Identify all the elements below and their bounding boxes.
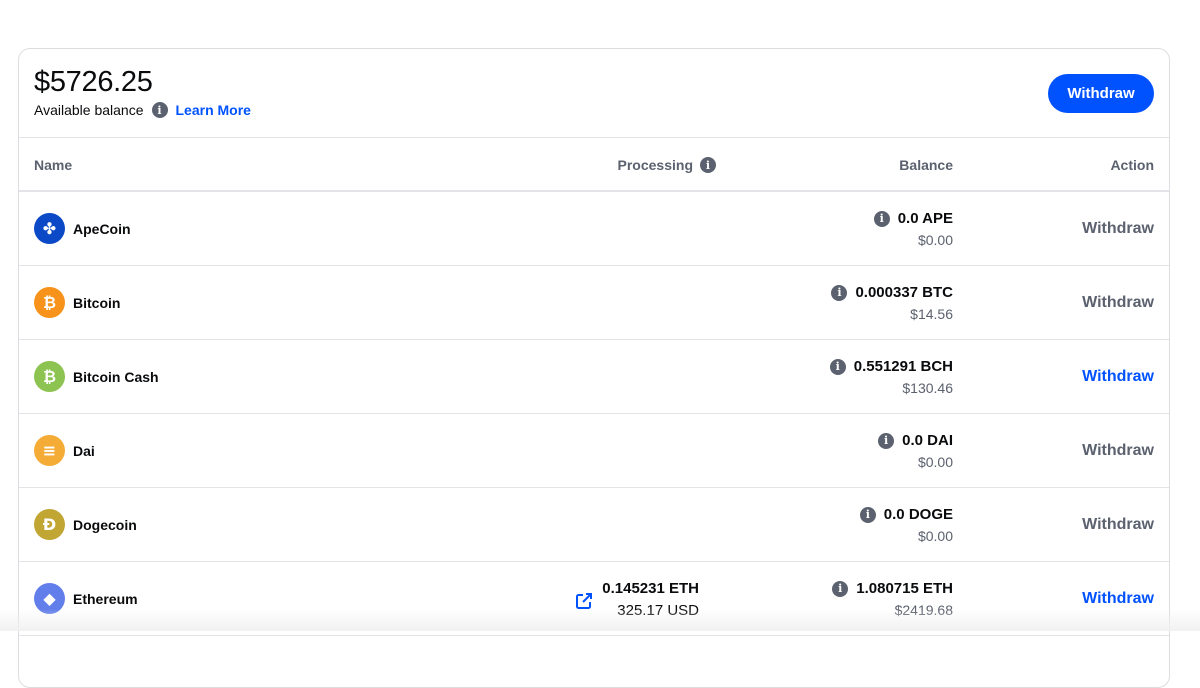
asset-cell: ✤ ApeCoin	[34, 213, 131, 244]
balance-amount: 0.0 APE	[898, 210, 953, 227]
column-header-name: Name	[34, 157, 72, 173]
withdraw-action[interactable]: Withdraw	[1082, 516, 1154, 534]
apecoin-icon: ✤	[34, 213, 65, 244]
balance-usd: $0.00	[860, 528, 953, 544]
processing-cell: 0.145231 ETH 325.17 USD	[602, 580, 699, 619]
asset-table-body: ✤ ApeCoin i 0.0 APE $0.00 Withdraw ₿ Bit…	[19, 192, 1169, 636]
table-row: ◆ Ethereum 0.145231 ETH 325.17 USD i 1.0…	[19, 562, 1169, 636]
dogecoin-icon: Đ	[34, 509, 65, 540]
withdraw-action[interactable]: Withdraw	[1082, 220, 1154, 238]
column-header-processing-label: Processing	[618, 157, 693, 173]
column-header-action: Action	[1110, 157, 1154, 173]
withdraw-action[interactable]: Withdraw	[1082, 368, 1154, 386]
table-row: ₿ Bitcoin Cash i 0.551291 BCH $130.46 Wi…	[19, 340, 1169, 414]
balance-cell: i 0.0 APE $0.00	[874, 210, 953, 248]
table-row: ₿ Bitcoin i 0.000337 BTC $14.56 Withdraw	[19, 266, 1169, 340]
info-icon[interactable]: i	[152, 102, 168, 118]
info-icon[interactable]: i	[831, 285, 847, 301]
asset-cell: ₿ Bitcoin	[34, 287, 120, 318]
withdraw-button[interactable]: Withdraw	[1048, 74, 1154, 113]
asset-cell: ◆ Ethereum	[34, 583, 138, 614]
balance-header: $5726.25 Available balance i Learn More …	[19, 49, 1169, 138]
info-icon[interactable]: i	[832, 581, 848, 597]
dai-icon: ≡	[34, 435, 65, 466]
balance-usd: $14.56	[831, 306, 953, 322]
balance-cell: i 0.551291 BCH $130.46	[830, 358, 953, 396]
asset-name: Dai	[73, 443, 95, 459]
processing-usd: 325.17 USD	[602, 602, 699, 619]
info-icon[interactable]: i	[860, 507, 876, 523]
balance-usd: $0.00	[874, 232, 953, 248]
asset-name: ApeCoin	[73, 221, 131, 237]
table-row: Đ Dogecoin i 0.0 DOGE $0.00 Withdraw	[19, 488, 1169, 562]
balance-amount: 0.000337 BTC	[855, 284, 953, 301]
info-icon[interactable]: i	[878, 433, 894, 449]
column-header-processing: Processing i	[618, 157, 716, 173]
withdraw-action[interactable]: Withdraw	[1082, 442, 1154, 460]
balance-amount: 0.0 DAI	[902, 432, 953, 449]
bitcoin-cash-icon: ₿	[34, 361, 65, 392]
info-icon[interactable]: i	[700, 157, 716, 173]
ethereum-icon: ◆	[34, 583, 65, 614]
balance-usd: $130.46	[830, 380, 953, 396]
balance-cell: i 0.000337 BTC $14.56	[831, 284, 953, 322]
available-balance-amount: $5726.25	[34, 66, 153, 99]
asset-name: Ethereum	[73, 591, 138, 607]
available-balance-label: Available balance	[34, 102, 144, 118]
balance-cell: i 1.080715 ETH $2419.68	[832, 580, 953, 618]
info-icon[interactable]: i	[830, 359, 846, 375]
available-balance-row: Available balance i Learn More	[34, 102, 251, 118]
learn-more-link[interactable]: Learn More	[176, 102, 251, 118]
table-header: Name Processing i Balance Action	[19, 138, 1169, 192]
balance-cell: i 0.0 DAI $0.00	[878, 432, 953, 470]
balance-card: $5726.25 Available balance i Learn More …	[18, 48, 1170, 688]
balance-amount: 1.080715 ETH	[856, 580, 953, 597]
balance-usd: $0.00	[878, 454, 953, 470]
bitcoin-icon: ₿	[34, 287, 65, 318]
asset-cell: ≡ Dai	[34, 435, 95, 466]
balance-amount: 0.0 DOGE	[884, 506, 953, 523]
asset-name: Bitcoin	[73, 295, 120, 311]
table-row: ✤ ApeCoin i 0.0 APE $0.00 Withdraw	[19, 192, 1169, 266]
column-header-balance: Balance	[899, 157, 953, 173]
external-link-icon[interactable]	[575, 592, 593, 610]
withdraw-action[interactable]: Withdraw	[1082, 294, 1154, 312]
asset-cell: ₿ Bitcoin Cash	[34, 361, 159, 392]
withdraw-action[interactable]: Withdraw	[1082, 590, 1154, 608]
asset-name: Bitcoin Cash	[73, 369, 159, 385]
table-row: ≡ Dai i 0.0 DAI $0.00 Withdraw	[19, 414, 1169, 488]
processing-amount: 0.145231 ETH	[602, 580, 699, 597]
balance-usd: $2419.68	[832, 602, 953, 618]
balance-amount: 0.551291 BCH	[854, 358, 953, 375]
asset-name: Dogecoin	[73, 517, 137, 533]
info-icon[interactable]: i	[874, 211, 890, 227]
asset-cell: Đ Dogecoin	[34, 509, 137, 540]
balance-cell: i 0.0 DOGE $0.00	[860, 506, 953, 544]
